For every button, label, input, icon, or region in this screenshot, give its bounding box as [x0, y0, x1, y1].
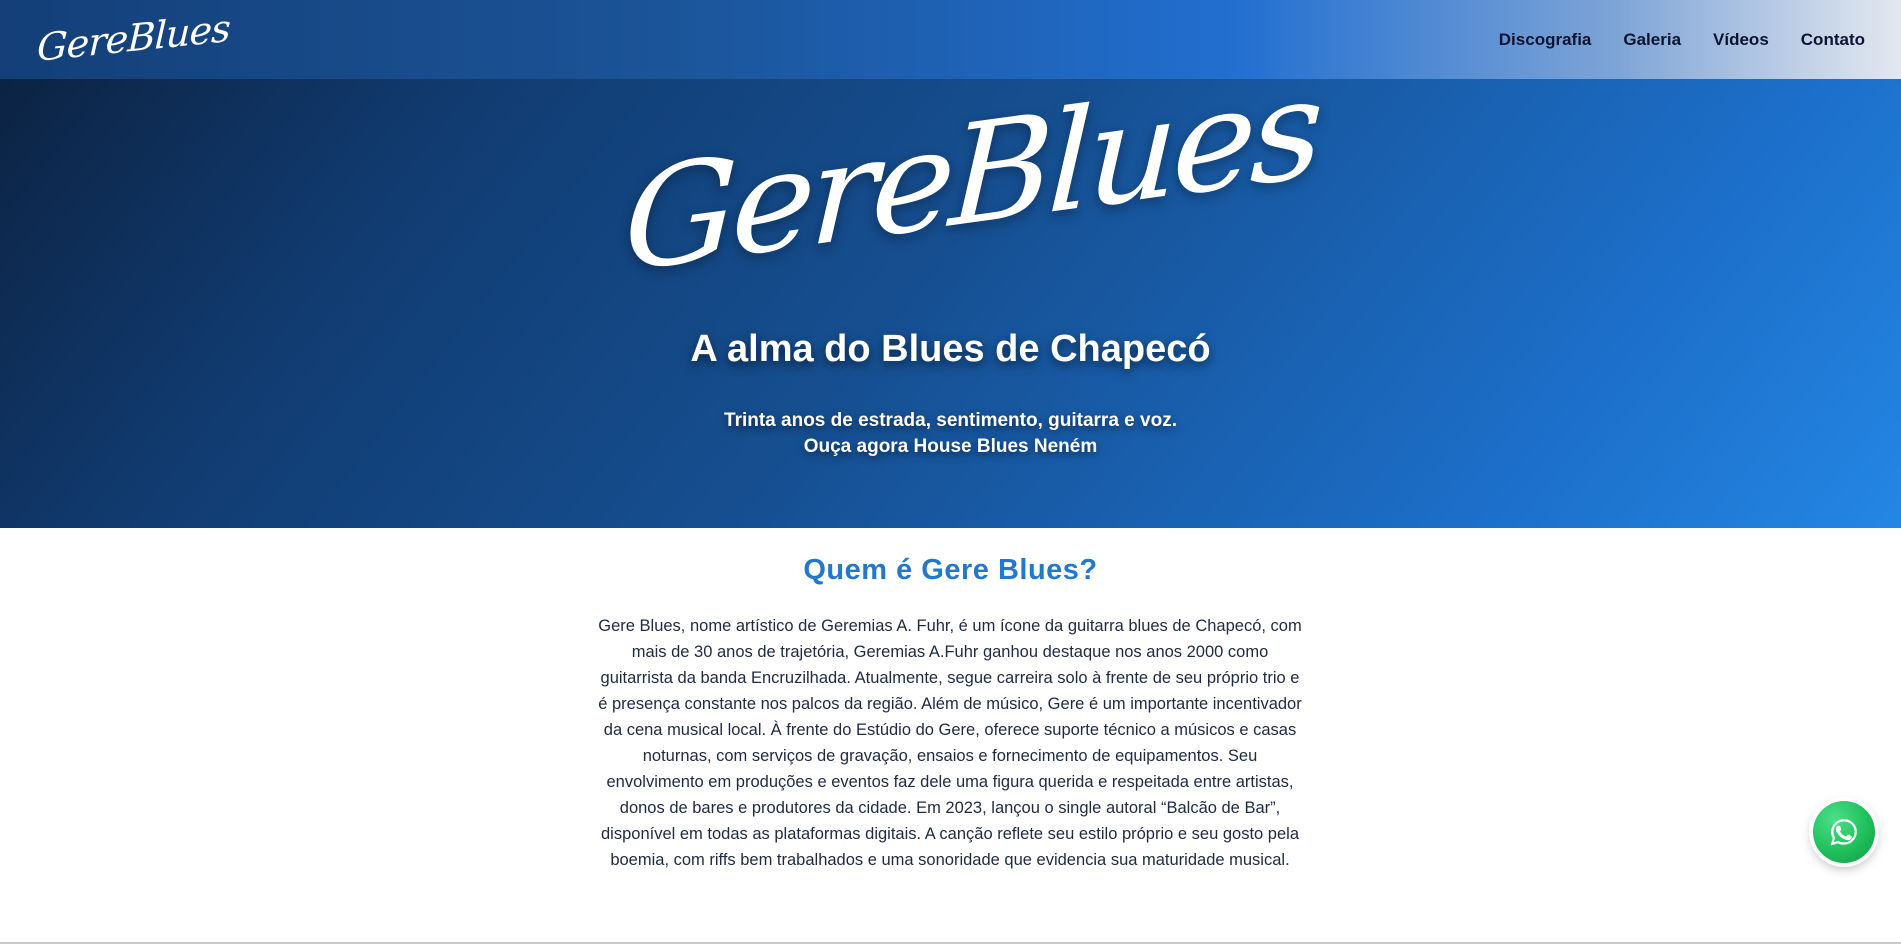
hero-subtitle-line-2: Ouça agora House Blues Neném [803, 436, 1098, 457]
about-text: Gere Blues, nome artístico de Geremias A… [598, 617, 1302, 869]
hero-subtitle: Trinta anos de estrada, sentimento, guit… [0, 408, 1901, 460]
hero-title: A alma do Blues de Chapecó [690, 328, 1211, 370]
whatsapp-icon [1830, 819, 1857, 846]
section-divider [0, 942, 1901, 944]
hero-subtitle-line-1: Trinta anos de estrada, sentimento, guit… [724, 410, 1177, 431]
hero-section: GereBlues A alma do Blues de Chapecó Tri… [0, 47, 1901, 528]
about-section: Quem é Gere Blues? Gere Blues, nome artí… [0, 528, 1901, 945]
whatsapp-button[interactable] [1813, 801, 1875, 863]
header-logo[interactable]: GereBlues [36, 6, 230, 70]
about-heading: Quem é Gere Blues? [803, 554, 1098, 586]
